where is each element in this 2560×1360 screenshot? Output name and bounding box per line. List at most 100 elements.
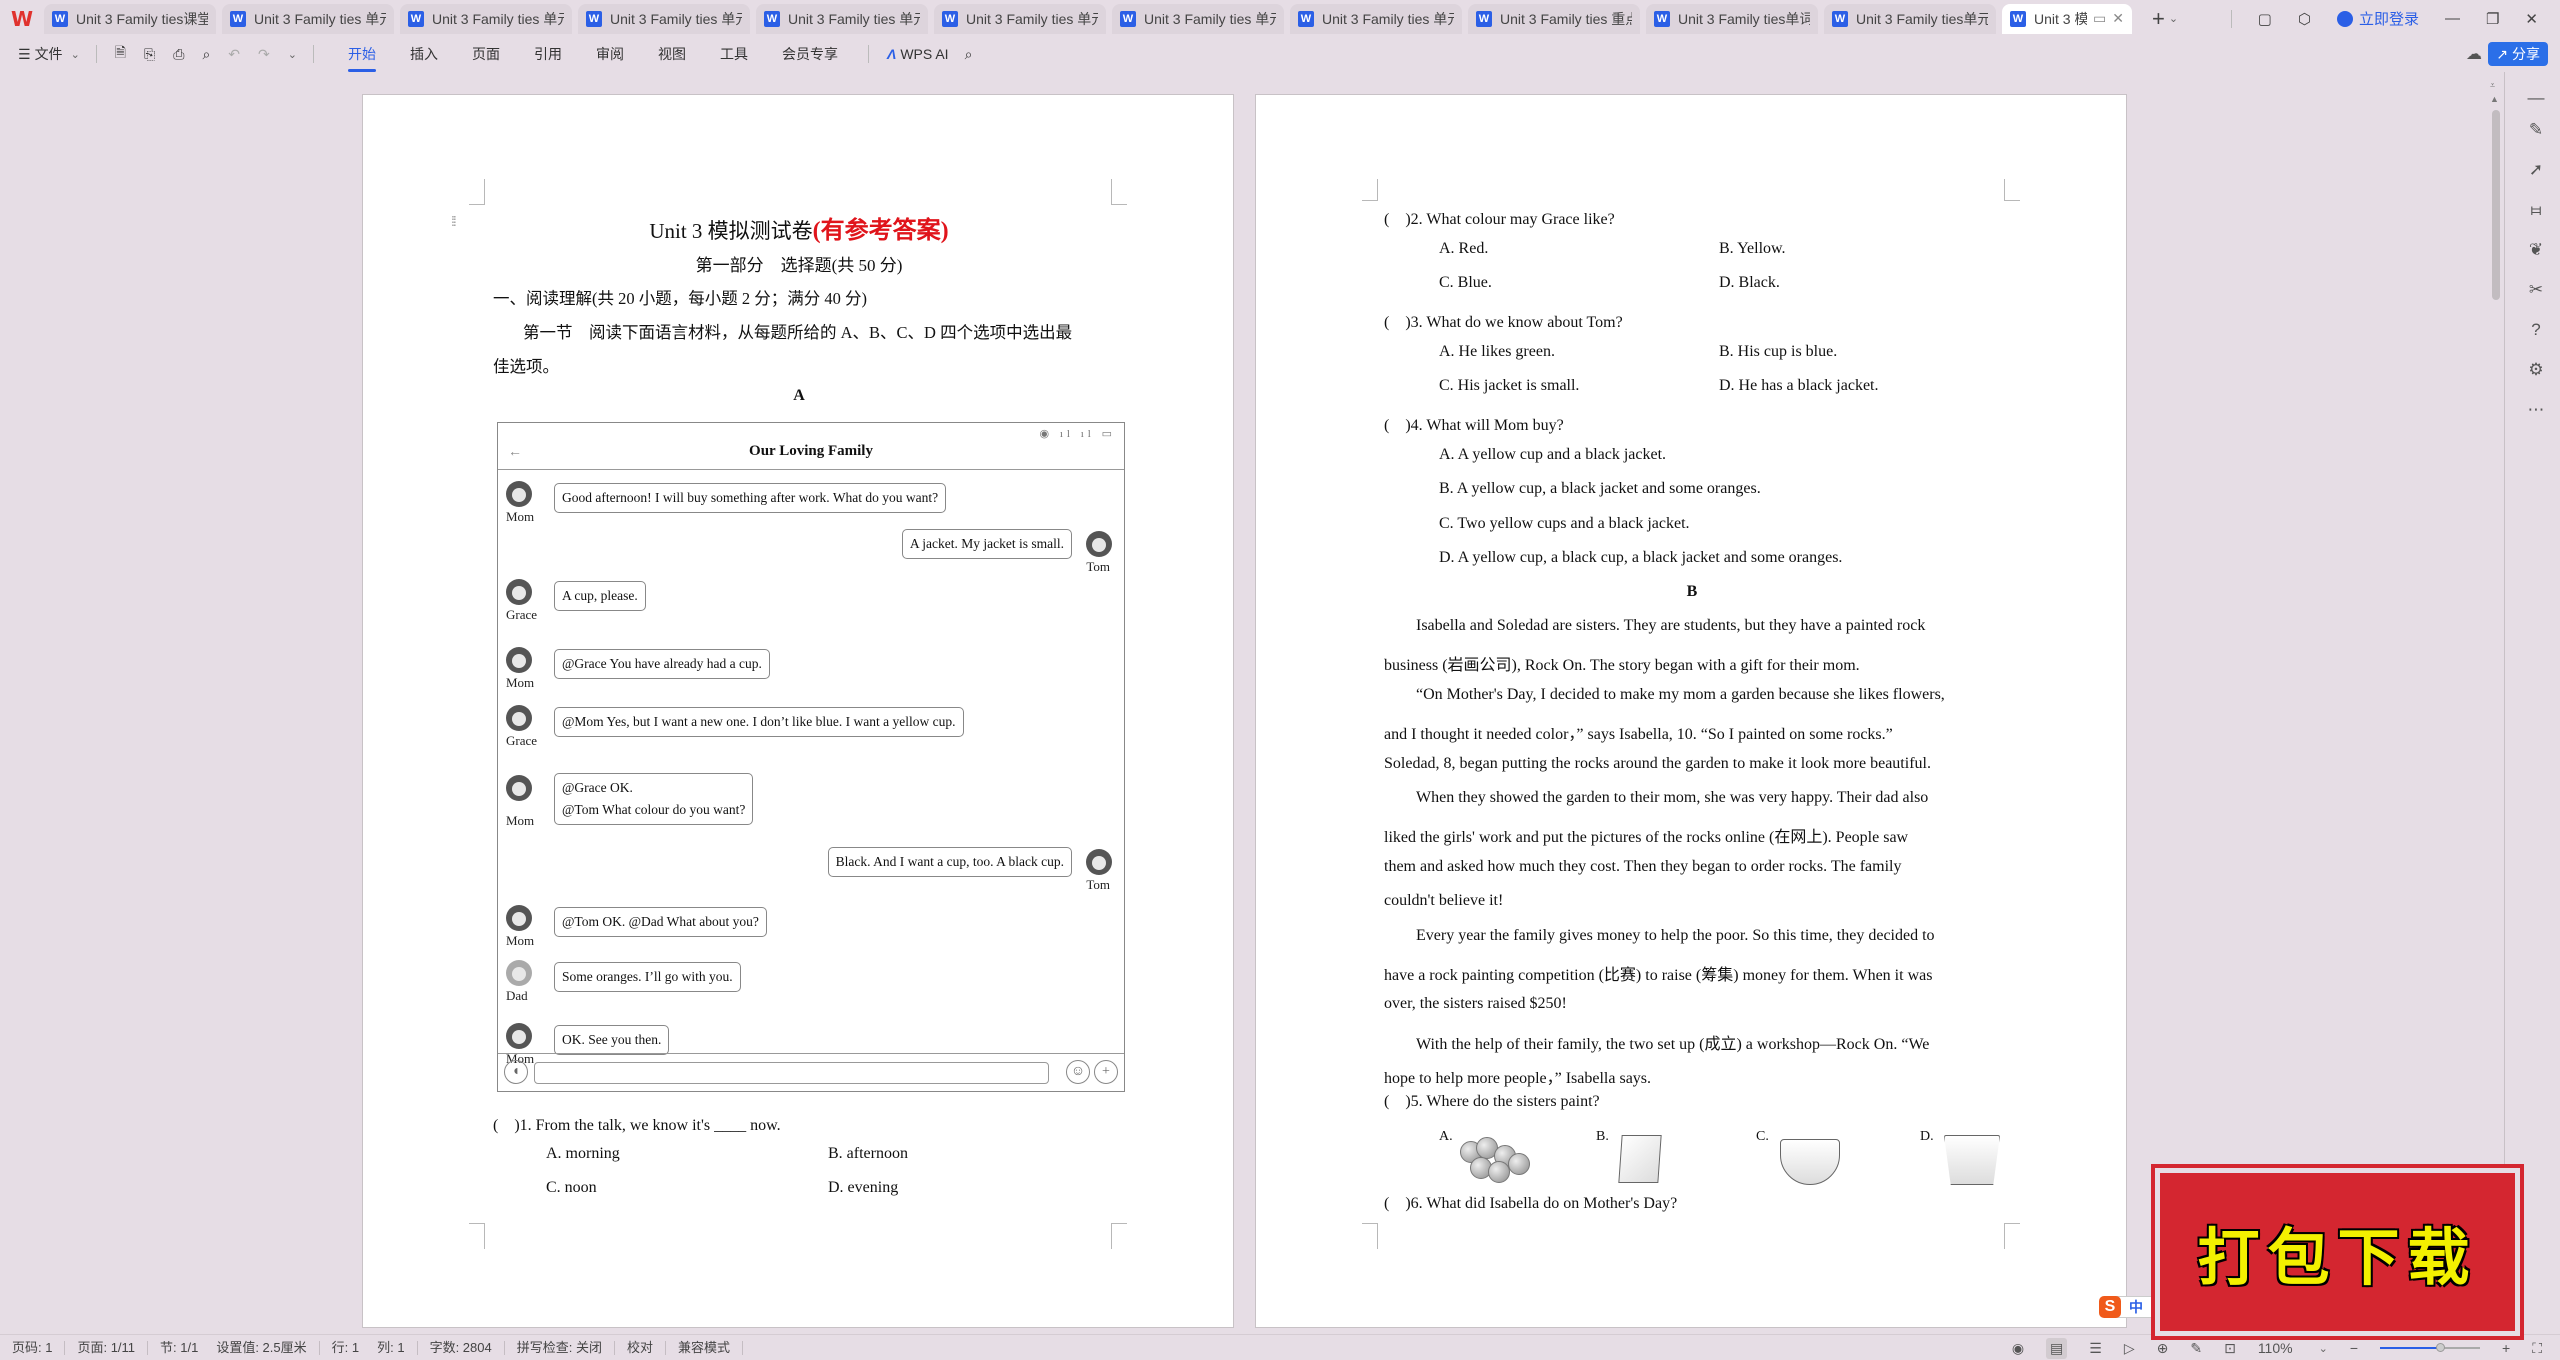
tab-document[interactable]: W Unit 3 Family ties单词互 bbox=[1646, 3, 1818, 34]
chat-input bbox=[534, 1062, 1049, 1084]
tab-document[interactable]: W Unit 3 Family ties 重点知 bbox=[1468, 3, 1640, 34]
answer-option[interactable]: B. afternoon bbox=[828, 1145, 908, 1163]
answer-option[interactable]: C. Two yellow cups and a black jacket. bbox=[1439, 515, 1690, 533]
menu-tab-2[interactable]: 页面 bbox=[472, 44, 500, 64]
cloud-upload-icon[interactable]: ☁ bbox=[2466, 44, 2482, 64]
answer-option[interactable]: B. His cup is blue. bbox=[1719, 343, 1837, 361]
wps-logo-icon[interactable]: W bbox=[0, 0, 44, 37]
answer-option[interactable]: C. Blue. bbox=[1439, 274, 1492, 292]
vertical-scrollbar[interactable] bbox=[2492, 110, 2500, 300]
zoom-level[interactable]: 110% bbox=[2258, 1340, 2293, 1356]
theme-settings-icon[interactable]: ⚙ bbox=[2524, 358, 2548, 382]
web-view-icon[interactable]: ⊕ bbox=[2157, 1340, 2169, 1357]
answer-option[interactable]: B. A yellow cup, a black jacket and some… bbox=[1439, 480, 1761, 498]
tab-document[interactable]: W Unit 3 Family ties 单元课 bbox=[1290, 3, 1462, 34]
menu-tab-0[interactable]: 开始 bbox=[347, 44, 376, 72]
wps-ai-button[interactable]: Λ WPS AI bbox=[887, 46, 949, 62]
cube-icon[interactable]: ⬡ bbox=[2298, 10, 2311, 28]
document-page-1[interactable]: ⁞⁞ Unit 3 模拟测试卷(有参考答案) 第一部分 选择题(共 50 分) … bbox=[362, 94, 1234, 1328]
eye-protection-icon[interactable]: ◉ bbox=[2012, 1340, 2024, 1357]
menu-tab-5[interactable]: 视图 bbox=[658, 44, 686, 64]
close-tab-icon[interactable]: ✕ bbox=[2112, 10, 2124, 27]
close-window-button[interactable]: ✕ bbox=[2525, 10, 2538, 28]
tab-document[interactable]: W Unit 3 Family ties 单元课 bbox=[400, 3, 572, 34]
pen-mode-icon[interactable]: ✎ bbox=[2190, 1340, 2202, 1357]
print-icon[interactable]: ⎙ bbox=[173, 46, 184, 63]
play-icon[interactable]: ▷ bbox=[2124, 1340, 2135, 1357]
print-preview-icon[interactable]: ⌕ bbox=[202, 46, 210, 63]
more-chevron-icon[interactable]: ⌄ bbox=[288, 48, 297, 61]
menu-tab-6[interactable]: 工具 bbox=[720, 44, 748, 64]
style-icon[interactable]: ❦ bbox=[2524, 238, 2548, 262]
answer-option[interactable]: A. bbox=[1439, 1129, 1453, 1145]
outline-view-icon[interactable]: ☰ bbox=[2089, 1340, 2102, 1357]
answer-option[interactable]: C. noon bbox=[546, 1179, 597, 1197]
tab-document[interactable]: W Unit 3 Family ties单元测 bbox=[1824, 3, 1996, 34]
share-button[interactable]: ↗ 分享 bbox=[2488, 42, 2548, 66]
export-icon[interactable]: ⎘ bbox=[144, 46, 155, 63]
chevron-down-icon[interactable]: ⌄ bbox=[2169, 12, 2178, 25]
search-icon[interactable]: ⌕ bbox=[965, 46, 973, 63]
page-view-icon[interactable]: ▤ bbox=[2046, 1337, 2068, 1359]
cursor-icon[interactable]: ➚ bbox=[2524, 158, 2548, 182]
restore-button[interactable]: ❐ bbox=[2486, 10, 2499, 28]
zoom-slider[interactable] bbox=[2380, 1343, 2480, 1352]
answer-option[interactable]: D. evening bbox=[828, 1179, 898, 1197]
fit-page-icon[interactable]: ⊡ bbox=[2224, 1340, 2236, 1357]
tab-document[interactable]: W Unit 3 Family ties 单元课 bbox=[578, 3, 750, 34]
collapse-icon[interactable]: — bbox=[2524, 86, 2548, 110]
minimize-button[interactable]: — bbox=[2445, 10, 2460, 27]
help-icon[interactable]: ? bbox=[2524, 318, 2548, 342]
tab-active[interactable]: W Unit 3 模拟测试卷 ▭ ✕ bbox=[2002, 3, 2132, 34]
menu-tab-4[interactable]: 审阅 bbox=[596, 44, 624, 64]
answer-option[interactable]: A. He likes green. bbox=[1439, 343, 1555, 361]
zoom-in-button[interactable]: + bbox=[2502, 1340, 2510, 1356]
file-menu[interactable]: ☰ 文件 ⌄ bbox=[18, 44, 80, 64]
fullscreen-icon[interactable]: ⛶ bbox=[2532, 1340, 2542, 1357]
menu-tab-1[interactable]: 插入 bbox=[410, 44, 438, 64]
answer-option[interactable]: D. Black. bbox=[1719, 274, 1780, 292]
pen-icon[interactable]: ✎ bbox=[2524, 118, 2548, 142]
tab-document[interactable]: W Unit 3 Family ties课堂练 bbox=[44, 3, 216, 34]
document-page-2[interactable]: B ( )2. What colour may Grace like? A. Re… bbox=[1255, 94, 2127, 1328]
answer-option[interactable]: C. His jacket is small. bbox=[1439, 377, 1579, 395]
new-tab-button[interactable]: + bbox=[2152, 6, 2165, 32]
sogou-ime-icon[interactable]: S bbox=[2099, 1296, 2121, 1318]
tab-document[interactable]: W Unit 3 Family ties 单元课 bbox=[1112, 3, 1284, 34]
window-layout-icon[interactable]: ▢ bbox=[2258, 10, 2272, 28]
download-banner[interactable]: 打包下载 bbox=[2160, 1173, 2515, 1331]
zoom-slider-knob[interactable] bbox=[2436, 1343, 2445, 1352]
answer-option[interactable]: A. morning bbox=[546, 1145, 620, 1163]
status-item[interactable]: 拼写检查: 关闭 bbox=[505, 1340, 615, 1355]
zoom-dropdown-icon[interactable]: ⌄ bbox=[2319, 1342, 2328, 1355]
save-icon[interactable]: 🗎 bbox=[115, 42, 126, 66]
tools-icon[interactable]: ✂ bbox=[2524, 278, 2548, 302]
scroll-top-icon[interactable]: ⩡ bbox=[2490, 80, 2495, 91]
answer-option[interactable]: D. bbox=[1920, 1129, 1934, 1145]
answer-option[interactable]: A. A yellow cup and a black jacket. bbox=[1439, 446, 1666, 464]
more-icon[interactable]: ⋯ bbox=[2524, 398, 2548, 422]
scroll-up-icon[interactable]: ▲ bbox=[2490, 94, 2499, 104]
answer-option[interactable]: B. bbox=[1596, 1129, 1609, 1145]
answer-option[interactable]: A. Red. bbox=[1439, 240, 1488, 258]
undo-icon[interactable]: ↶ bbox=[228, 46, 240, 63]
answer-option[interactable]: D. A yellow cup, a black cup, a black ja… bbox=[1439, 549, 1842, 567]
status-item: 节: 1/1 bbox=[160, 1339, 199, 1355]
answer-option[interactable]: C. bbox=[1756, 1129, 1769, 1145]
passage-label-b: B bbox=[1686, 583, 1698, 600]
login-button[interactable]: 立即登录 bbox=[2336, 8, 2419, 29]
menu-tab-3[interactable]: 引用 bbox=[534, 44, 562, 64]
zoom-out-button[interactable]: − bbox=[2350, 1340, 2358, 1356]
menu-tab-7[interactable]: 会员专享 bbox=[782, 44, 838, 64]
wps-ai-label: WPS AI bbox=[900, 46, 949, 62]
pin-icon[interactable]: ▭ bbox=[2093, 10, 2106, 27]
redo-icon[interactable]: ↷ bbox=[258, 46, 270, 63]
tab-document[interactable]: W Unit 3 Family ties 单元测 bbox=[222, 3, 394, 34]
answer-option[interactable]: B. Yellow. bbox=[1719, 240, 1786, 258]
tab-document[interactable]: W Unit 3 Family ties 单元课 bbox=[934, 3, 1106, 34]
status-item[interactable]: 校对 bbox=[615, 1340, 666, 1355]
tab-document[interactable]: W Unit 3 Family ties 单元课 bbox=[756, 3, 928, 34]
ime-mode[interactable]: 中 bbox=[2129, 1297, 2143, 1317]
adjust-sliders-icon[interactable]: ⧦ bbox=[2524, 198, 2548, 222]
answer-option[interactable]: D. He has a black jacket. bbox=[1719, 377, 1878, 395]
